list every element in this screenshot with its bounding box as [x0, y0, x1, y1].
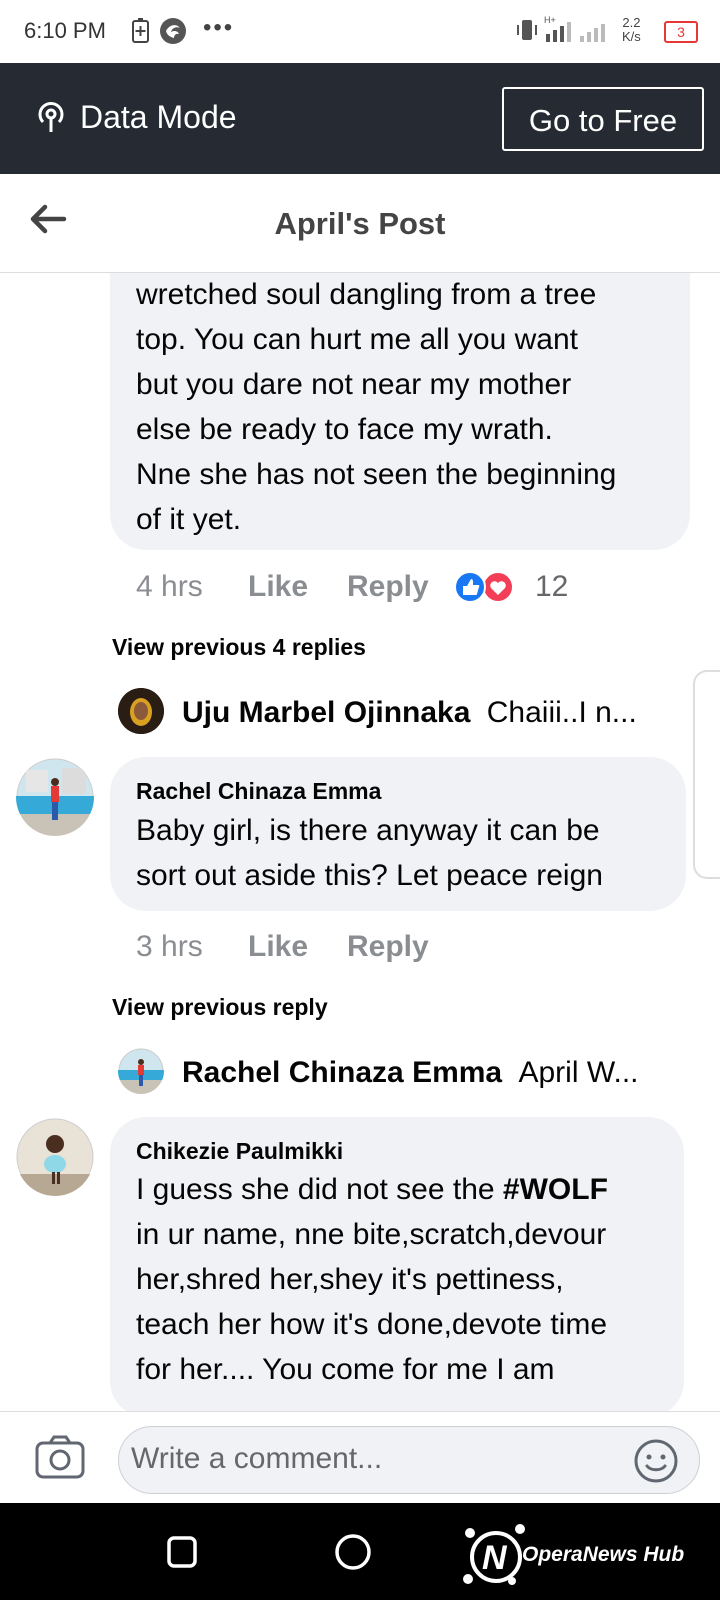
- app-notification-icon: [160, 18, 186, 44]
- avatar[interactable]: [118, 688, 164, 734]
- battery-level: 3: [664, 21, 698, 43]
- view-previous-replies-link[interactable]: View previous 4 replies: [112, 634, 366, 661]
- reply-button[interactable]: Reply: [347, 930, 429, 964]
- comment-text: Baby girl, is there anyway it can be sor…: [136, 814, 603, 892]
- post-header-mask: April's Post: [0, 174, 720, 273]
- scroll-handle[interactable]: [693, 670, 720, 879]
- data-mode-label: Data Mode: [80, 99, 237, 135]
- avatar[interactable]: [118, 1048, 164, 1094]
- svg-text:H+: H+: [544, 15, 556, 25]
- vibrate-icon: [517, 20, 537, 40]
- reply-author: Uju Marbel Ojinnaka: [182, 696, 471, 729]
- status-time: 6:10 PM: [24, 18, 106, 43]
- comment-time: 3 hrs: [136, 930, 203, 963]
- reply-preview[interactable]: Uju Marbel Ojinnaka Chaiii..I n...: [182, 696, 637, 730]
- comment-text: I guess she did not see the #WOLF in ur …: [136, 1167, 696, 1392]
- avatar-image: [16, 1118, 94, 1196]
- status-bar: 6:10 PM ••• H+ 2.2 K/s 3: [0, 0, 720, 63]
- signal-1-icon: H+: [544, 15, 571, 42]
- signal-2-icon: [580, 24, 605, 42]
- avatar-image: [118, 1048, 164, 1094]
- avatar-image: [16, 758, 94, 836]
- comment-author[interactable]: Rachel Chinaza Emma: [136, 778, 381, 805]
- data-mode-bar: Data Mode Go to Free: [0, 63, 720, 174]
- comment-input[interactable]: Write a comment...: [118, 1426, 700, 1494]
- camera-icon[interactable]: [34, 1434, 86, 1480]
- comment-time: 4 hrs: [136, 570, 203, 603]
- like-button[interactable]: Like: [248, 570, 308, 604]
- page-title: April's Post: [274, 206, 446, 241]
- reply-snippet: Chaiii..I n...: [486, 696, 637, 729]
- view-previous-reply-link[interactable]: View previous reply: [112, 994, 328, 1021]
- avatar[interactable]: [16, 758, 94, 836]
- recents-button-icon[interactable]: [166, 1535, 198, 1569]
- avatar[interactable]: [16, 1118, 94, 1196]
- system-nav-bar: N OperaNews Hub: [0, 1503, 720, 1600]
- hashtag-link[interactable]: #WOLF: [503, 1173, 608, 1206]
- reaction-count: 12: [535, 570, 569, 603]
- battery-saver-icon: [132, 18, 149, 43]
- avatar-image: [118, 688, 164, 734]
- broadcast-icon: [38, 102, 64, 132]
- svg-text:N: N: [482, 1539, 508, 1577]
- more-notifications-indicator: •••: [203, 14, 235, 41]
- reply-button[interactable]: Reply: [347, 570, 429, 604]
- go-to-free-button[interactable]: Go to Free: [502, 87, 704, 151]
- comment-text: wretched soul dangling from a tree top. …: [136, 278, 617, 536]
- reactions-icon[interactable]: [452, 569, 516, 605]
- comment-composer: Write a comment...: [0, 1411, 720, 1504]
- home-button-icon[interactable]: [334, 1533, 372, 1571]
- reply-preview[interactable]: Rachel Chinaza Emma April W...: [182, 1056, 638, 1090]
- like-button[interactable]: Like: [248, 930, 308, 964]
- comment-line: I guess she did not see the #WOLF: [136, 1173, 608, 1206]
- emoji-icon[interactable]: [633, 1438, 679, 1484]
- watermark-text: OperaNews Hub: [522, 1543, 685, 1566]
- reply-author: Rachel Chinaza Emma: [182, 1056, 503, 1089]
- network-speed: 2.2 K/s: [622, 15, 641, 44]
- reply-snippet: April W...: [518, 1056, 639, 1089]
- comment-author[interactable]: Chikezie Paulmikki: [136, 1138, 343, 1165]
